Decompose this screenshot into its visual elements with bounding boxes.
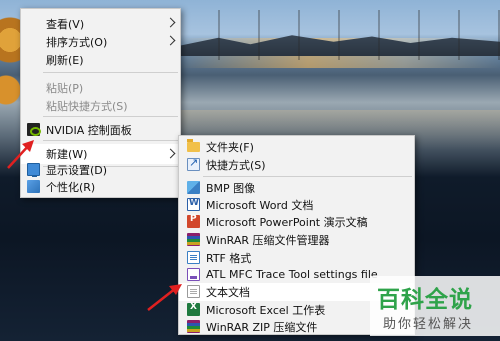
menu-separator [43, 72, 178, 73]
wallpaper-trees [200, 10, 500, 60]
winrar-icon [187, 233, 200, 246]
menu-item-label: 查看(V) [46, 17, 85, 31]
menu-item-label: NVIDIA 控制面板 [46, 123, 132, 137]
menu-separator [43, 116, 178, 117]
annotation-arrow-new [7, 140, 34, 169]
wallpaper-autumn-tree [0, 0, 22, 120]
powerpoint-icon [187, 214, 200, 228]
menu-item-label: WinRAR 压缩文件管理器 [206, 233, 330, 247]
menu-item-view[interactable]: 查看(V) [21, 15, 180, 32]
annotation-arrow-text-doc [147, 284, 182, 311]
menu-item-label: RTF 格式 [206, 251, 252, 265]
menu-item-label: 排序方式(O) [46, 35, 108, 49]
chevron-right-icon [167, 18, 173, 28]
desktop-context-menu: 查看(V) 排序方式(O) 刷新(E) 粘贴(P) 粘贴快捷方式(S) NVID… [20, 8, 181, 198]
menu-separator [43, 140, 178, 141]
watermark: 百科全说 助你轻松解决 [370, 276, 500, 336]
menu-item-label: ATL MFC Trace Tool settings file [206, 268, 378, 281]
menu-item-label: 新建(W) [46, 148, 88, 161]
menu-item-sort-by[interactable]: 排序方式(O) [21, 33, 180, 50]
menu-item-paste-shortcut[interactable]: 粘贴快捷方式(S) [21, 97, 180, 114]
menu-item-label: 显示设置(D) [46, 163, 108, 177]
submenu-item-powerpoint[interactable]: Microsoft PowerPoint 演示文稿 [179, 213, 414, 230]
menu-item-label: WinRAR ZIP 压缩文件 [206, 320, 318, 334]
submenu-item-word[interactable]: Microsoft Word 文档 [179, 196, 414, 213]
bmp-image-icon [187, 181, 200, 194]
submenu-item-bmp[interactable]: BMP 图像 [179, 179, 414, 196]
menu-item-label: Microsoft Word 文档 [206, 198, 314, 212]
submenu-item-rtf[interactable]: RTF 格式 [179, 249, 414, 266]
menu-item-label: Microsoft Excel 工作表 [206, 303, 326, 317]
menu-item-personalize[interactable]: 个性化(R) [21, 178, 180, 195]
menu-item-display-settings[interactable]: 显示设置(D) [21, 161, 180, 178]
menu-item-label: 粘贴快捷方式(S) [46, 99, 128, 113]
menu-item-label: 刷新(E) [46, 53, 84, 67]
chevron-right-icon [167, 36, 173, 46]
menu-item-refresh[interactable]: 刷新(E) [21, 51, 180, 68]
watermark-subtitle: 助你轻松解决 [383, 317, 474, 332]
menu-separator [203, 176, 412, 177]
menu-item-paste[interactable]: 粘贴(P) [21, 79, 180, 96]
menu-item-label: 文件夹(F) [206, 140, 254, 154]
folder-icon [187, 139, 200, 152]
menu-item-label: 文本文档 [206, 286, 250, 299]
watermark-title: 百科全说 [377, 287, 473, 313]
chevron-right-icon [167, 149, 173, 159]
menu-item-label: Microsoft PowerPoint 演示文稿 [206, 215, 368, 229]
menu-item-label: BMP 图像 [206, 181, 256, 195]
rtf-icon [187, 251, 200, 264]
menu-item-label: 快捷方式(S) [206, 158, 266, 172]
submenu-item-winrar[interactable]: WinRAR 压缩文件管理器 [179, 231, 414, 248]
menu-item-label: 粘贴(P) [46, 81, 84, 95]
submenu-item-folder[interactable]: 文件夹(F) [179, 138, 414, 155]
winrar-zip-icon [187, 320, 200, 333]
word-doc-icon [187, 198, 200, 211]
personalize-icon [27, 180, 40, 193]
submenu-item-shortcut[interactable]: 快捷方式(S) [179, 156, 414, 173]
menu-item-label: 个性化(R) [46, 180, 96, 194]
menu-item-nvidia-control-panel[interactable]: NVIDIA 控制面板 [21, 121, 180, 138]
shortcut-icon [187, 156, 200, 171]
